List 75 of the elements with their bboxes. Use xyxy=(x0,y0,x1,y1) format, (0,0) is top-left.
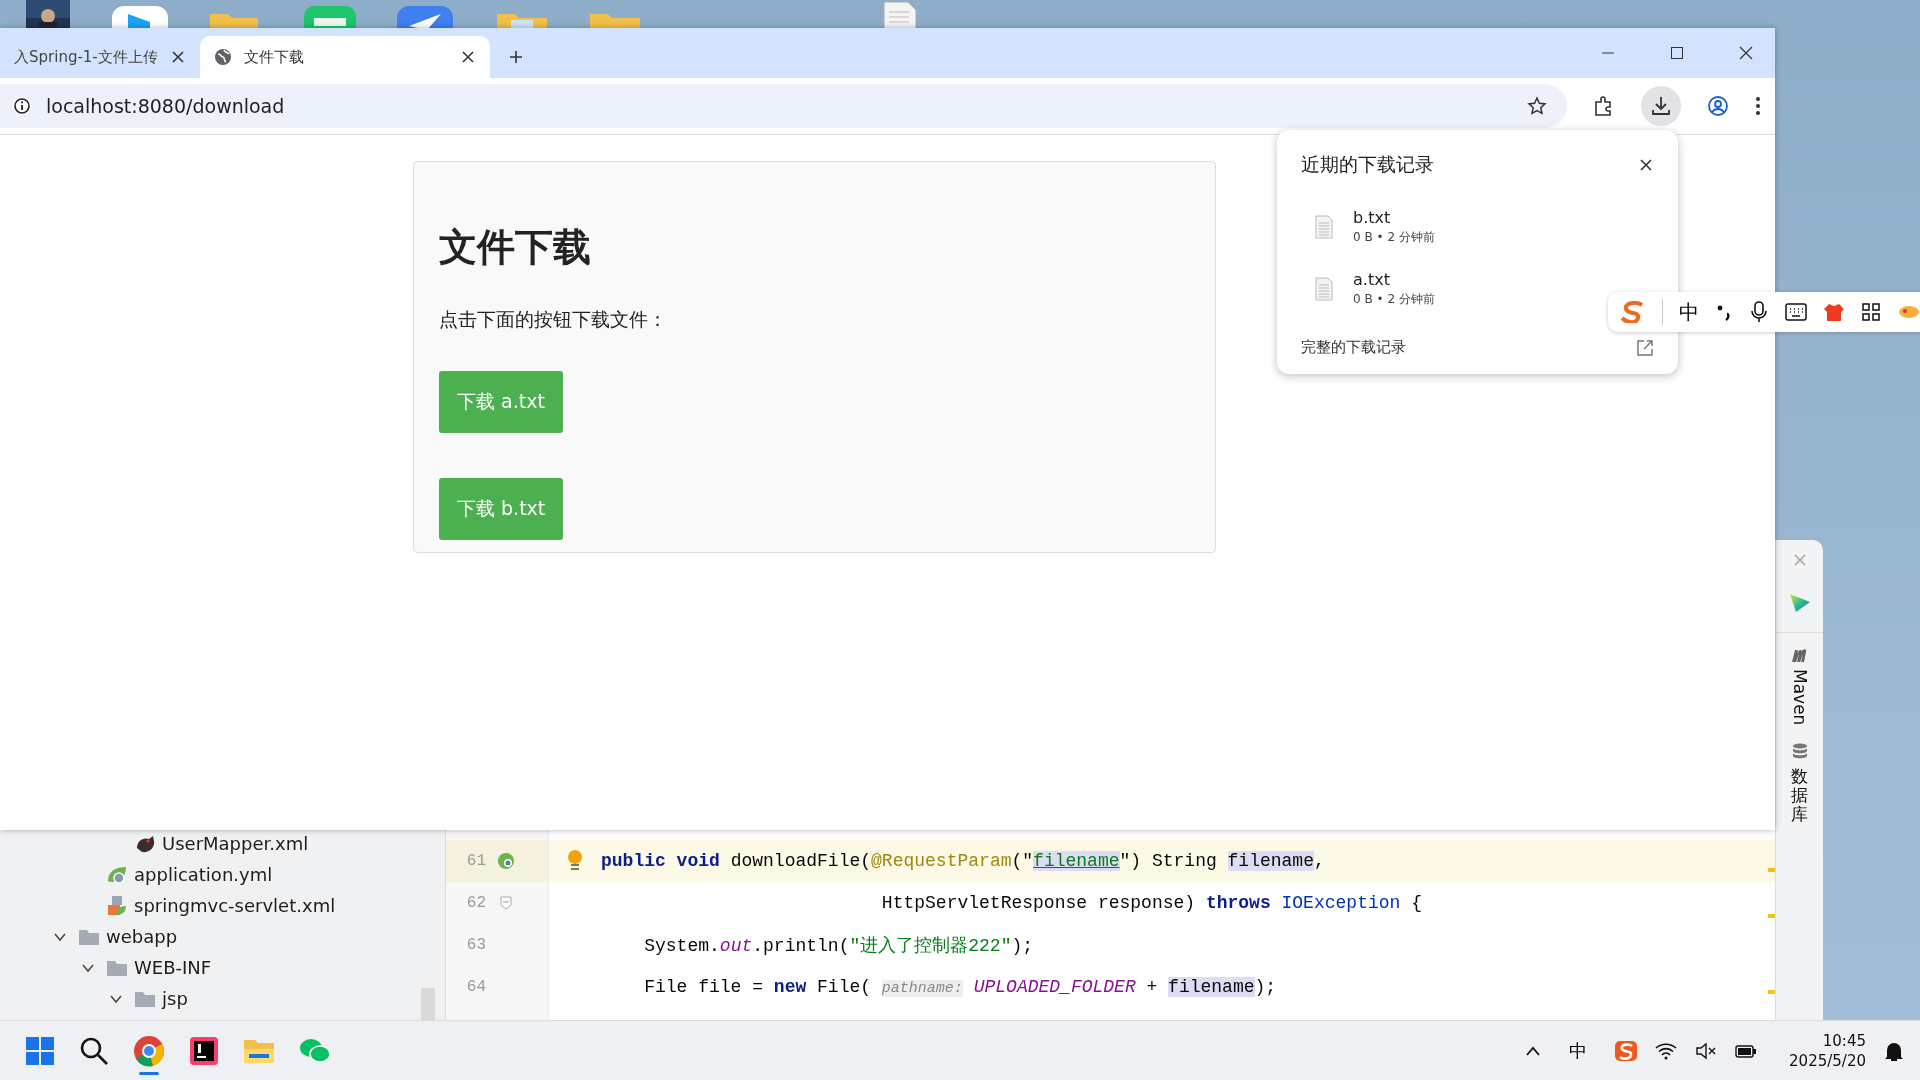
close-icon[interactable] xyxy=(170,49,186,65)
muted-speaker-icon[interactable] xyxy=(1695,1042,1718,1060)
tree-item[interactable]: WEB-INF xyxy=(0,952,445,983)
maximize-icon[interactable] xyxy=(1670,46,1684,60)
tree-item[interactable]: UserMapper.xml xyxy=(0,828,445,859)
tool-window-tab[interactable]: 数据库 xyxy=(1791,767,1808,824)
plus-icon[interactable] xyxy=(508,49,524,65)
input-mode-toggle[interactable]: 中 xyxy=(1679,298,1699,326)
profile-icon[interactable] xyxy=(1707,95,1729,117)
tree-item[interactable]: jsp xyxy=(0,983,445,1014)
windows-icon[interactable] xyxy=(25,1036,55,1066)
code-line: File file = new File( pathname: UPLOADED_FOLDER + filename); xyxy=(643,977,1277,997)
close-icon[interactable] xyxy=(1739,46,1753,60)
lightbulb-icon[interactable] xyxy=(566,849,584,873)
file-icon xyxy=(1315,215,1333,239)
microphone-icon[interactable] xyxy=(1749,301,1769,323)
line-number: 64 xyxy=(465,978,486,996)
leaf-gear-icon xyxy=(106,864,128,885)
download-button[interactable] xyxy=(1641,86,1681,126)
globe-icon xyxy=(214,48,232,66)
wifi-icon[interactable] xyxy=(1655,1042,1678,1060)
search-icon[interactable] xyxy=(79,1036,109,1066)
tree-item[interactable]: webapp xyxy=(0,921,445,952)
bean-icon[interactable] xyxy=(497,852,515,870)
fold-marker-icon[interactable] xyxy=(500,896,512,910)
clock-date[interactable]: 2025/5/20 xyxy=(1789,1051,1866,1072)
swirl-logo-icon[interactable] xyxy=(1620,301,1646,323)
file-name: b.txt xyxy=(1353,208,1392,227)
line-number: 63 xyxy=(465,936,486,954)
code-line: System.out.println("进入了控制器222"); xyxy=(643,935,1034,957)
close-icon[interactable] xyxy=(460,49,476,65)
menu-icon[interactable] xyxy=(1755,96,1761,116)
folder-icon xyxy=(78,927,100,946)
swirl-logo-icon[interactable] xyxy=(1615,1041,1638,1061)
close-icon[interactable] xyxy=(1638,157,1654,173)
keyboard-icon[interactable] xyxy=(1785,302,1807,322)
file-meta: 0 B • 2 分钟前 xyxy=(1353,291,1435,308)
folder-app-icon[interactable] xyxy=(243,1037,275,1065)
tool-window-tab[interactable]: Maven xyxy=(1789,669,1810,726)
code-line: public void downloadFile(@RequestParam("filename") String filename, xyxy=(601,851,1325,871)
download-item[interactable]: a.txt 0 B • 2 分钟前 xyxy=(1301,258,1654,320)
shirt-icon[interactable] xyxy=(1823,302,1845,322)
file-meta: 0 B • 2 分钟前 xyxy=(1353,229,1435,246)
download-item[interactable]: b.txt 0 B • 2 分钟前 xyxy=(1301,196,1654,258)
code-line: HttpServletResponse response) throws IOException { xyxy=(880,893,1422,913)
info-icon[interactable] xyxy=(12,96,32,116)
download-icon xyxy=(1650,95,1672,117)
notification-bell-icon[interactable] xyxy=(1884,1040,1904,1062)
star-icon[interactable] xyxy=(1527,96,1547,116)
grid-icon[interactable] xyxy=(1861,302,1881,322)
chevron-up-icon[interactable] xyxy=(1525,1045,1542,1057)
line-number: 61 xyxy=(465,852,486,870)
file-icon xyxy=(1315,277,1333,301)
browser-tab[interactable]: 文件下载 xyxy=(200,36,490,78)
file-name: a.txt xyxy=(1353,270,1391,289)
scrollbar-thumb[interactable] xyxy=(421,988,435,1020)
clock-time[interactable]: 10:45 xyxy=(1789,1030,1866,1051)
ide-app-icon[interactable] xyxy=(189,1036,219,1066)
browser-app-icon[interactable] xyxy=(133,1035,165,1067)
external-link-icon[interactable] xyxy=(1636,338,1654,357)
folder-icon xyxy=(134,989,156,1008)
tree-item[interactable]: springmvc-servlet.xml xyxy=(0,890,445,921)
popup-title: 近期的下载记录 xyxy=(1301,152,1434,177)
tree-item[interactable]: application.yml xyxy=(0,859,445,890)
folder-icon xyxy=(106,958,128,977)
history-link[interactable]: 完整的下载记录 xyxy=(1301,338,1406,357)
xml-file-icon xyxy=(106,895,128,916)
address-bar[interactable]: localhost:8080/download xyxy=(0,84,1567,128)
input-indicator[interactable]: 中 xyxy=(1569,1039,1588,1063)
line-number: 62 xyxy=(465,894,486,912)
bird-icon xyxy=(134,833,156,854)
page-heading: 文件下载 xyxy=(439,224,591,271)
instruction-text: 点击下面的按钮下载文件： xyxy=(439,307,667,332)
battery-icon[interactable] xyxy=(1735,1042,1758,1060)
browser-tab[interactable]: 入Spring-1-文件上传 xyxy=(0,36,200,78)
